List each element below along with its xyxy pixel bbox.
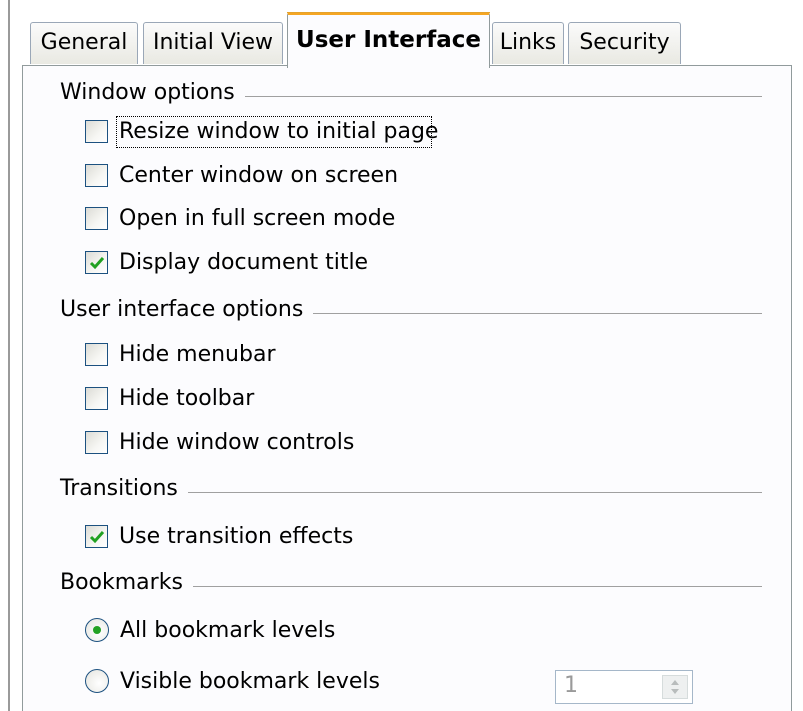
panel-content: Window options Resize window to initial … — [0, 0, 803, 711]
hide-menubar-label: Hide menubar — [119, 341, 276, 367]
user-interface-options-divider — [305, 313, 762, 314]
user-interface-options-heading: User interface options — [60, 297, 314, 322]
hide-menubar-checkbox[interactable] — [85, 342, 108, 366]
check-mark-icon — [89, 256, 105, 269]
all-bookmark-levels-radio[interactable] — [85, 618, 109, 642]
transition-effects-option[interactable]: Use transition effects — [85, 520, 353, 552]
bookmarks-heading: Bookmarks — [60, 570, 193, 595]
center-window-label: Center window on screen — [119, 162, 399, 188]
all-bookmark-levels-label: All bookmark levels — [120, 617, 336, 643]
full-screen-option[interactable]: Open in full screen mode — [85, 202, 395, 234]
center-window-option[interactable]: Center window on screen — [85, 159, 398, 191]
display-title-checkbox[interactable] — [85, 250, 108, 274]
display-title-label: Display document title — [119, 249, 369, 275]
bookmark-levels-value: 1 — [564, 673, 578, 698]
full-screen-label: Open in full screen mode — [119, 205, 396, 231]
hide-window-controls-label: Hide window controls — [119, 429, 355, 455]
visible-bookmark-levels-option[interactable]: Visible bookmark levels — [85, 665, 380, 697]
resize-window-checkbox[interactable] — [85, 119, 108, 143]
focus-indicator — [116, 116, 432, 148]
visible-bookmark-levels-radio[interactable] — [85, 669, 109, 693]
all-bookmark-levels-option[interactable]: All bookmark levels — [85, 614, 335, 646]
window-options-divider — [230, 96, 762, 97]
check-mark-icon — [89, 530, 105, 543]
transitions-divider — [188, 492, 762, 493]
bookmarks-divider — [182, 586, 762, 587]
hide-menubar-option[interactable]: Hide menubar — [85, 338, 276, 370]
bookmark-levels-spinbox[interactable]: 1 — [555, 670, 693, 704]
radio-selected-dot — [93, 626, 101, 634]
hide-toolbar-option[interactable]: Hide toolbar — [85, 382, 254, 414]
transition-effects-label: Use transition effects — [119, 523, 354, 549]
spin-arrows-icon — [671, 680, 679, 694]
center-window-checkbox[interactable] — [85, 163, 108, 187]
transition-effects-checkbox[interactable] — [85, 524, 108, 548]
pdf-options-dialog: General Initial View User Interface Link… — [0, 0, 803, 711]
visible-bookmark-levels-label: Visible bookmark levels — [120, 668, 380, 694]
display-title-option[interactable]: Display document title — [85, 246, 368, 278]
hide-toolbar-checkbox[interactable] — [85, 386, 108, 410]
window-options-heading: Window options — [60, 80, 245, 105]
hide-toolbar-label: Hide toolbar — [119, 385, 255, 411]
transitions-heading: Transitions — [60, 476, 188, 501]
full-screen-checkbox[interactable] — [85, 206, 108, 230]
hide-window-controls-option[interactable]: Hide window controls — [85, 426, 354, 458]
hide-window-controls-checkbox[interactable] — [85, 430, 108, 454]
spin-buttons[interactable] — [662, 675, 688, 699]
